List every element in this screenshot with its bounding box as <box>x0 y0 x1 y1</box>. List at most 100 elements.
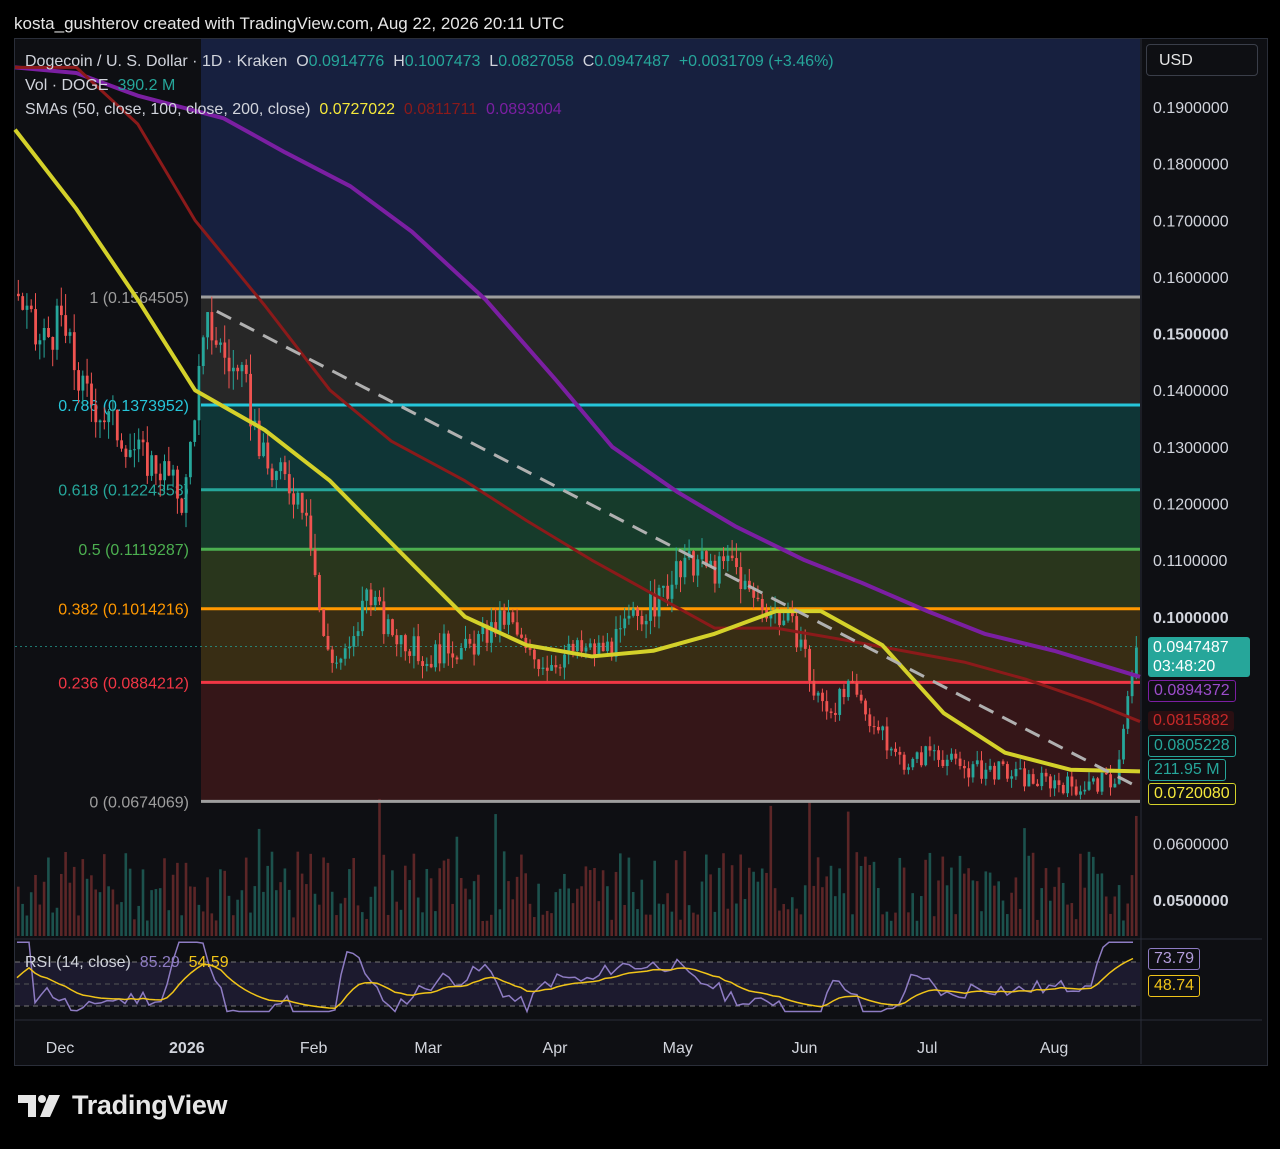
candle-body <box>68 332 72 336</box>
x-tick-label: Jun <box>792 1040 818 1057</box>
candle-body <box>425 663 429 667</box>
volume-bar <box>520 854 523 936</box>
candle-body <box>1023 768 1026 787</box>
candle-body <box>318 575 321 610</box>
candle-body <box>580 640 584 652</box>
candle-body <box>902 754 906 770</box>
candle-body <box>984 769 988 779</box>
candle-body <box>29 305 33 310</box>
candle-body <box>120 440 123 449</box>
volume-bar <box>748 867 751 936</box>
volume-bar <box>206 877 209 936</box>
volume-bar <box>378 798 381 936</box>
volume-bar <box>606 886 609 936</box>
volume-bar <box>993 885 996 936</box>
volume-bar <box>726 908 730 936</box>
volume-bar <box>425 868 429 936</box>
volume-bar <box>395 901 398 936</box>
volume-bar <box>855 852 859 936</box>
candle-body <box>980 760 983 779</box>
volume-bar <box>322 857 325 936</box>
candle-body <box>670 584 674 599</box>
volume-bar <box>348 869 351 936</box>
legend-vol-label: Vol · DOGE <box>25 77 109 94</box>
legend-low-label: L <box>489 53 499 70</box>
candle-body <box>993 765 996 780</box>
volume-bar <box>34 874 37 936</box>
volume-bar <box>554 892 558 936</box>
volume-bar <box>963 873 966 936</box>
candle-body <box>305 512 308 516</box>
volume-bar <box>752 871 755 936</box>
volume-bar <box>722 853 725 936</box>
candle-body <box>365 589 369 601</box>
price-chart[interactable]: 1 (0.1564505)0.786 (0.1373952)0.618 (0.1… <box>0 0 1280 1149</box>
volume-bar <box>429 878 433 936</box>
candle-body <box>588 643 592 648</box>
candle-body <box>640 615 644 625</box>
brand-name: TradingView <box>72 1090 228 1120</box>
candle-body <box>34 309 37 345</box>
candle-body <box>941 759 945 767</box>
candle-body <box>180 498 184 513</box>
candle-body <box>576 640 579 652</box>
candle-body <box>158 473 162 481</box>
x-tick-label: Feb <box>300 1040 328 1057</box>
volume-bar <box>1031 852 1035 936</box>
currency-selector[interactable]: USD <box>1146 44 1258 76</box>
volume-bar <box>386 914 390 936</box>
candle-body <box>275 471 278 481</box>
candle-body <box>963 765 966 769</box>
y-tick-label: 0.1400000 <box>1153 383 1229 400</box>
volume-bar <box>133 919 136 936</box>
candle-body <box>1109 774 1112 788</box>
candle-body <box>98 420 102 423</box>
volume-bar <box>1100 873 1104 936</box>
volume-bar <box>756 881 760 936</box>
candle-body <box>244 364 248 374</box>
x-tick-label: Apr <box>543 1040 569 1057</box>
y-tick-label: 0.1000000 <box>1153 610 1229 627</box>
volume-bar <box>326 862 330 936</box>
candle-body <box>808 648 811 681</box>
y-tick-label: 0.0600000 <box>1153 836 1229 853</box>
fib-label-0.786: 0.786 (0.1373952) <box>58 398 189 415</box>
volume-bar <box>77 915 80 936</box>
candle-body <box>812 680 816 696</box>
candle-body <box>958 758 962 766</box>
volume-bar <box>442 860 446 936</box>
volume-bar <box>730 865 734 936</box>
volume-bar <box>309 853 312 936</box>
candle-body <box>369 589 373 606</box>
volume-bar <box>950 867 953 936</box>
volume-bar <box>253 886 257 936</box>
candle-body <box>279 462 283 472</box>
candle-body <box>455 657 459 660</box>
volume-bar <box>81 859 85 936</box>
candle-body <box>717 556 721 584</box>
volume-bar <box>902 867 906 936</box>
volume-bar <box>55 907 59 936</box>
volume-bar <box>571 903 575 936</box>
volume-bar <box>339 903 343 936</box>
candle-body <box>945 759 949 767</box>
candle-body <box>954 753 958 759</box>
volume-bar <box>915 920 919 936</box>
candle-body <box>1010 776 1014 779</box>
volume-bar <box>176 862 179 936</box>
candle-body <box>1113 783 1117 788</box>
candle-body <box>416 636 420 662</box>
candle-body <box>262 442 265 457</box>
candle-body <box>528 647 532 650</box>
volume-bar <box>533 917 536 936</box>
candle-body <box>1001 761 1005 765</box>
candle-body <box>283 462 287 475</box>
candle-body <box>472 643 476 655</box>
volume-bar <box>971 880 975 936</box>
candle-body <box>103 420 106 423</box>
candle-body <box>447 633 450 654</box>
volume-bar <box>232 915 235 936</box>
candle-body <box>1061 784 1065 794</box>
volume-bar <box>60 873 63 936</box>
volume-bar <box>812 885 816 936</box>
